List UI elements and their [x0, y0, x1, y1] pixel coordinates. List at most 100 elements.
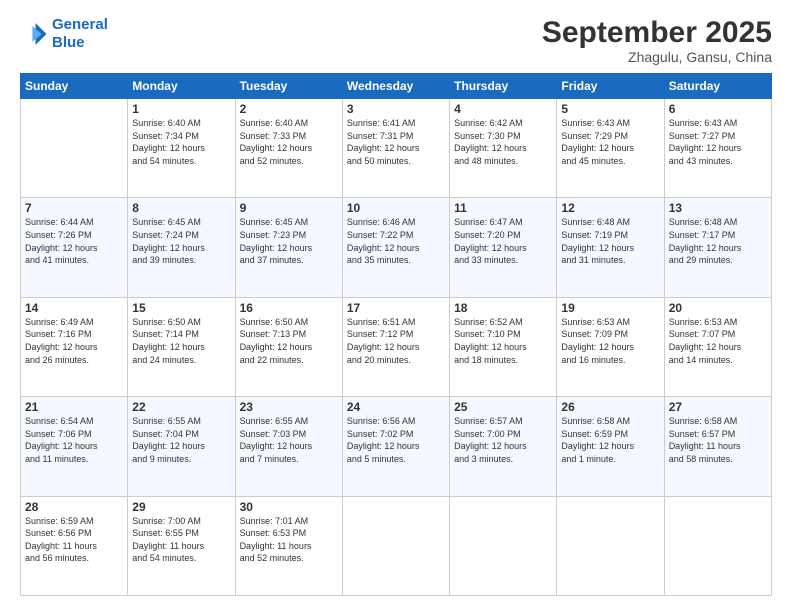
day-number: 17 [347, 301, 445, 315]
calendar-cell: 17Sunrise: 6:51 AM Sunset: 7:12 PM Dayli… [342, 297, 449, 396]
calendar-cell: 26Sunrise: 6:58 AM Sunset: 6:59 PM Dayli… [557, 397, 664, 496]
month-title: September 2025 [542, 16, 772, 49]
day-number: 26 [561, 400, 659, 414]
calendar-cell: 14Sunrise: 6:49 AM Sunset: 7:16 PM Dayli… [21, 297, 128, 396]
calendar-cell: 25Sunrise: 6:57 AM Sunset: 7:00 PM Dayli… [450, 397, 557, 496]
calendar-cell: 8Sunrise: 6:45 AM Sunset: 7:24 PM Daylig… [128, 198, 235, 297]
day-number: 25 [454, 400, 552, 414]
day-number: 8 [132, 201, 230, 215]
day-number: 1 [132, 102, 230, 116]
calendar-cell [557, 496, 664, 595]
header-tuesday: Tuesday [235, 74, 342, 99]
day-info: Sunrise: 6:53 AM Sunset: 7:07 PM Dayligh… [669, 316, 767, 366]
header-friday: Friday [557, 74, 664, 99]
day-info: Sunrise: 6:57 AM Sunset: 7:00 PM Dayligh… [454, 415, 552, 465]
day-info: Sunrise: 6:49 AM Sunset: 7:16 PM Dayligh… [25, 316, 123, 366]
day-info: Sunrise: 6:40 AM Sunset: 7:33 PM Dayligh… [240, 117, 338, 167]
calendar-cell: 16Sunrise: 6:50 AM Sunset: 7:13 PM Dayli… [235, 297, 342, 396]
calendar-cell: 20Sunrise: 6:53 AM Sunset: 7:07 PM Dayli… [664, 297, 771, 396]
calendar-cell: 4Sunrise: 6:42 AM Sunset: 7:30 PM Daylig… [450, 99, 557, 198]
day-info: Sunrise: 6:41 AM Sunset: 7:31 PM Dayligh… [347, 117, 445, 167]
calendar-cell: 9Sunrise: 6:45 AM Sunset: 7:23 PM Daylig… [235, 198, 342, 297]
calendar-cell: 11Sunrise: 6:47 AM Sunset: 7:20 PM Dayli… [450, 198, 557, 297]
calendar-cell: 7Sunrise: 6:44 AM Sunset: 7:26 PM Daylig… [21, 198, 128, 297]
day-number: 16 [240, 301, 338, 315]
day-info: Sunrise: 6:48 AM Sunset: 7:19 PM Dayligh… [561, 216, 659, 266]
day-number: 27 [669, 400, 767, 414]
day-number: 14 [25, 301, 123, 315]
day-number: 12 [561, 201, 659, 215]
day-info: Sunrise: 6:52 AM Sunset: 7:10 PM Dayligh… [454, 316, 552, 366]
week-row-1: 1Sunrise: 6:40 AM Sunset: 7:34 PM Daylig… [21, 99, 772, 198]
day-info: Sunrise: 6:55 AM Sunset: 7:04 PM Dayligh… [132, 415, 230, 465]
logo-line1: General [52, 16, 108, 33]
day-number: 4 [454, 102, 552, 116]
day-number: 13 [669, 201, 767, 215]
calendar-cell: 5Sunrise: 6:43 AM Sunset: 7:29 PM Daylig… [557, 99, 664, 198]
header-wednesday: Wednesday [342, 74, 449, 99]
calendar-cell: 19Sunrise: 6:53 AM Sunset: 7:09 PM Dayli… [557, 297, 664, 396]
day-info: Sunrise: 6:42 AM Sunset: 7:30 PM Dayligh… [454, 117, 552, 167]
calendar-cell: 21Sunrise: 6:54 AM Sunset: 7:06 PM Dayli… [21, 397, 128, 496]
day-number: 3 [347, 102, 445, 116]
weekday-header-row: Sunday Monday Tuesday Wednesday Thursday… [21, 74, 772, 99]
day-number: 6 [669, 102, 767, 116]
header-monday: Monday [128, 74, 235, 99]
day-number: 5 [561, 102, 659, 116]
day-info: Sunrise: 7:00 AM Sunset: 6:55 PM Dayligh… [132, 515, 230, 565]
header-saturday: Saturday [664, 74, 771, 99]
week-row-5: 28Sunrise: 6:59 AM Sunset: 6:56 PM Dayli… [21, 496, 772, 595]
day-number: 21 [25, 400, 123, 414]
calendar-table: Sunday Monday Tuesday Wednesday Thursday… [20, 73, 772, 596]
day-number: 2 [240, 102, 338, 116]
day-info: Sunrise: 6:59 AM Sunset: 6:56 PM Dayligh… [25, 515, 123, 565]
day-info: Sunrise: 6:58 AM Sunset: 6:59 PM Dayligh… [561, 415, 659, 465]
calendar-cell: 1Sunrise: 6:40 AM Sunset: 7:34 PM Daylig… [128, 99, 235, 198]
day-info: Sunrise: 6:56 AM Sunset: 7:02 PM Dayligh… [347, 415, 445, 465]
header: General Blue September 2025 Zhagulu, Gan… [20, 16, 772, 65]
calendar-cell: 13Sunrise: 6:48 AM Sunset: 7:17 PM Dayli… [664, 198, 771, 297]
day-number: 10 [347, 201, 445, 215]
day-number: 24 [347, 400, 445, 414]
day-number: 22 [132, 400, 230, 414]
logo: General Blue [20, 16, 108, 52]
calendar-body: 1Sunrise: 6:40 AM Sunset: 7:34 PM Daylig… [21, 99, 772, 596]
header-sunday: Sunday [21, 74, 128, 99]
day-info: Sunrise: 6:54 AM Sunset: 7:06 PM Dayligh… [25, 415, 123, 465]
calendar-cell: 30Sunrise: 7:01 AM Sunset: 6:53 PM Dayli… [235, 496, 342, 595]
calendar-cell: 23Sunrise: 6:55 AM Sunset: 7:03 PM Dayli… [235, 397, 342, 496]
calendar-cell [21, 99, 128, 198]
day-info: Sunrise: 6:40 AM Sunset: 7:34 PM Dayligh… [132, 117, 230, 167]
calendar-cell: 10Sunrise: 6:46 AM Sunset: 7:22 PM Dayli… [342, 198, 449, 297]
day-info: Sunrise: 6:45 AM Sunset: 7:24 PM Dayligh… [132, 216, 230, 266]
day-info: Sunrise: 6:43 AM Sunset: 7:27 PM Dayligh… [669, 117, 767, 167]
day-number: 15 [132, 301, 230, 315]
calendar-cell: 15Sunrise: 6:50 AM Sunset: 7:14 PM Dayli… [128, 297, 235, 396]
day-info: Sunrise: 6:51 AM Sunset: 7:12 PM Dayligh… [347, 316, 445, 366]
day-info: Sunrise: 7:01 AM Sunset: 6:53 PM Dayligh… [240, 515, 338, 565]
calendar-cell: 22Sunrise: 6:55 AM Sunset: 7:04 PM Dayli… [128, 397, 235, 496]
title-block: September 2025 Zhagulu, Gansu, China [542, 16, 772, 65]
week-row-2: 7Sunrise: 6:44 AM Sunset: 7:26 PM Daylig… [21, 198, 772, 297]
day-number: 20 [669, 301, 767, 315]
day-info: Sunrise: 6:44 AM Sunset: 7:26 PM Dayligh… [25, 216, 123, 266]
header-thursday: Thursday [450, 74, 557, 99]
day-number: 28 [25, 500, 123, 514]
page: General Blue September 2025 Zhagulu, Gan… [0, 0, 792, 612]
day-info: Sunrise: 6:53 AM Sunset: 7:09 PM Dayligh… [561, 316, 659, 366]
day-number: 19 [561, 301, 659, 315]
day-number: 18 [454, 301, 552, 315]
day-number: 29 [132, 500, 230, 514]
calendar-cell: 12Sunrise: 6:48 AM Sunset: 7:19 PM Dayli… [557, 198, 664, 297]
calendar-cell: 18Sunrise: 6:52 AM Sunset: 7:10 PM Dayli… [450, 297, 557, 396]
calendar-cell: 24Sunrise: 6:56 AM Sunset: 7:02 PM Dayli… [342, 397, 449, 496]
day-info: Sunrise: 6:50 AM Sunset: 7:14 PM Dayligh… [132, 316, 230, 366]
day-info: Sunrise: 6:50 AM Sunset: 7:13 PM Dayligh… [240, 316, 338, 366]
calendar-cell: 6Sunrise: 6:43 AM Sunset: 7:27 PM Daylig… [664, 99, 771, 198]
day-info: Sunrise: 6:45 AM Sunset: 7:23 PM Dayligh… [240, 216, 338, 266]
day-number: 11 [454, 201, 552, 215]
calendar-cell: 29Sunrise: 7:00 AM Sunset: 6:55 PM Dayli… [128, 496, 235, 595]
location-subtitle: Zhagulu, Gansu, China [542, 49, 772, 65]
calendar-cell [342, 496, 449, 595]
day-number: 30 [240, 500, 338, 514]
